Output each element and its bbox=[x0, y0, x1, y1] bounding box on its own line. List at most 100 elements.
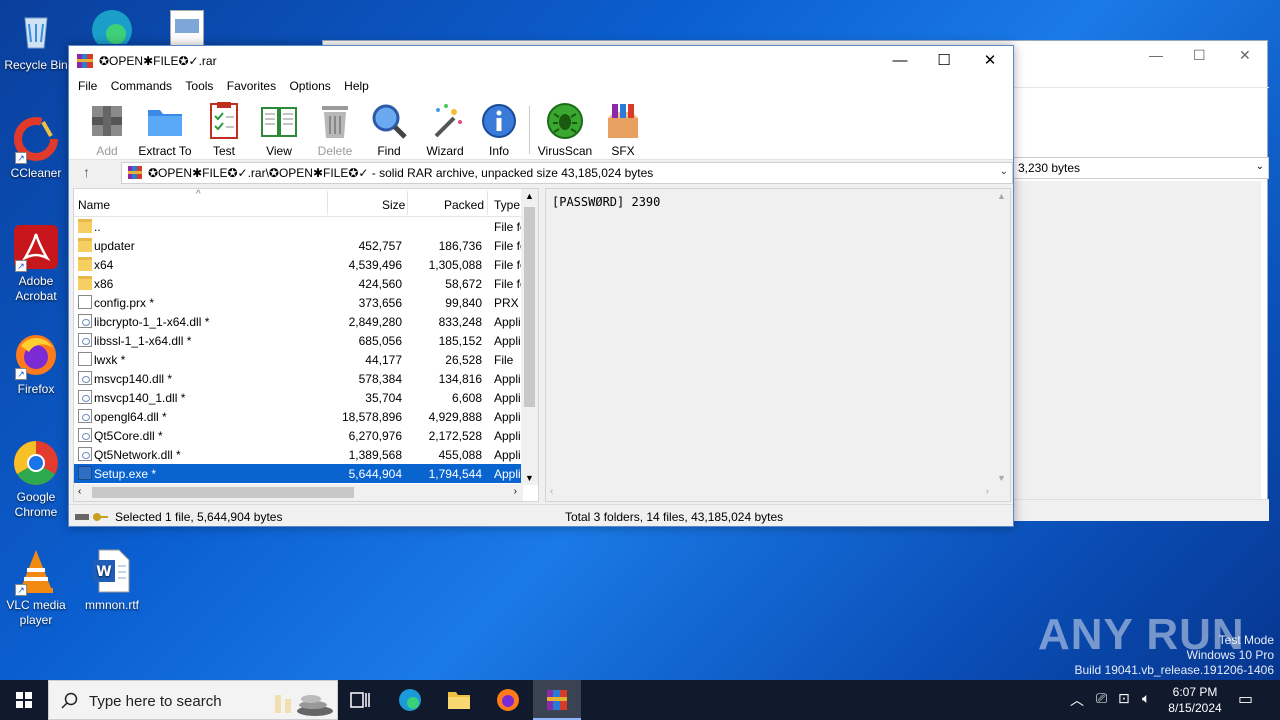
file-row[interactable]: x64 4,539,496 1,305,088 File fo bbox=[74, 255, 538, 274]
taskbar-search-box[interactable]: Type here to search bbox=[48, 680, 338, 720]
bg-minimize-button[interactable]: — bbox=[1149, 47, 1163, 63]
view-button[interactable]: View bbox=[251, 100, 307, 158]
file-row[interactable]: x86 424,560 58,672 File fo bbox=[74, 274, 538, 293]
scroll-right-icon[interactable]: › bbox=[514, 486, 517, 497]
menu-help[interactable]: Help bbox=[339, 76, 374, 96]
bg-maximize-button[interactable]: ☐ bbox=[1193, 47, 1206, 64]
close-button[interactable]: ✕ bbox=[967, 46, 1013, 76]
horizontal-scrollbar[interactable]: ‹ › bbox=[74, 484, 523, 501]
bg-status-bar bbox=[1013, 499, 1269, 521]
archive-comment-pane[interactable]: [PASSWØRD] 2390 ▲ ▼ ‹ › bbox=[545, 188, 1011, 502]
file-name: .. bbox=[94, 220, 101, 234]
scroll-left-icon[interactable]: ‹ bbox=[78, 486, 81, 497]
scroll-up-icon[interactable]: ▲ bbox=[997, 191, 1006, 201]
winrar-window[interactable]: ✪OPEN✱FILE✪✓.rar — ☐ ✕ File Commands Too… bbox=[68, 45, 1014, 527]
desktop-icon-firefox[interactable]: ↗ Firefox bbox=[0, 332, 72, 397]
file-row[interactable]: libcrypto-1_1-x64.dll * 2,849,280 833,248 A… bbox=[74, 312, 538, 331]
edge-desktop-icon[interactable] bbox=[88, 4, 136, 50]
desktop-icon-ccleaner[interactable]: ↗ CCleaner bbox=[0, 116, 72, 181]
scroll-up-icon[interactable]: ▲ bbox=[525, 191, 534, 201]
tray-device-icon[interactable]: ⎚ bbox=[1096, 690, 1107, 720]
file-name: libcrypto-1_1-x64.dll * bbox=[94, 315, 210, 329]
up-arrow-icon[interactable]: ↑ bbox=[83, 164, 90, 180]
file-name: msvcp140_1.dll * bbox=[94, 391, 186, 405]
file-row[interactable]: lwxk * 44,177 26,528 File bbox=[74, 350, 538, 369]
file-row[interactable]: updater 452,757 186,736 File fo bbox=[74, 236, 538, 255]
info-button[interactable]: Info bbox=[471, 100, 527, 158]
column-type[interactable]: Type bbox=[494, 198, 520, 212]
sfx-button[interactable]: SFX bbox=[595, 100, 651, 158]
column-size[interactable]: Size bbox=[382, 198, 405, 212]
file-row[interactable]: msvcp140.dll * 578,384 134,816 Appli bbox=[74, 369, 538, 388]
column-name[interactable]: Name bbox=[78, 198, 110, 212]
file-row[interactable]: Setup.exe * 5,644,904 1,794,544 Appli bbox=[74, 464, 538, 483]
volume-icon[interactable]: 🔈︎ bbox=[1142, 690, 1150, 720]
start-button[interactable] bbox=[0, 680, 48, 720]
scroll-thumb[interactable] bbox=[92, 487, 354, 498]
menu-commands[interactable]: Commands bbox=[106, 76, 177, 96]
folder-icon bbox=[448, 692, 470, 709]
scroll-thumb[interactable] bbox=[524, 207, 535, 407]
desktop-icon-vlc[interactable]: ↗ VLC media player bbox=[0, 548, 72, 628]
info-label: Info bbox=[488, 144, 509, 158]
file-name: lwxk * bbox=[94, 353, 126, 367]
network-icon[interactable]: ⊡ bbox=[1118, 690, 1130, 720]
delete-button[interactable]: Delete bbox=[307, 100, 363, 158]
comment-vertical-scrollbar[interactable]: ▲ ▼ bbox=[993, 189, 1010, 485]
minimize-button[interactable]: — bbox=[877, 46, 923, 76]
desktop-icon-chrome[interactable]: Google Chrome bbox=[0, 440, 72, 520]
comment-horizontal-scrollbar[interactable]: ‹ › bbox=[546, 484, 995, 501]
desktop-icon-label: Recycle Bin bbox=[4, 58, 68, 72]
menu-file[interactable]: File bbox=[73, 76, 102, 96]
scroll-right-icon[interactable]: › bbox=[986, 486, 989, 497]
sort-ascending-icon: ^ bbox=[196, 189, 201, 200]
wizard-button[interactable]: Wizard bbox=[417, 100, 473, 158]
taskbar-firefox[interactable] bbox=[484, 680, 532, 720]
image-file-desktop-icon[interactable] bbox=[170, 10, 204, 46]
file-row[interactable]: opengl64.dll * 18,578,896 4,929,888 Appli bbox=[74, 407, 538, 426]
path-field[interactable]: ✪OPEN✱FILE✪✓.rar\✪OPEN✱FILE✪✓ - solid RA… bbox=[121, 162, 1013, 184]
chevron-down-icon[interactable]: ⌄ bbox=[1256, 161, 1264, 172]
bg-address-bar[interactable]: 3,230 bytes ⌄ bbox=[1013, 157, 1269, 179]
add-button[interactable]: Add bbox=[79, 100, 135, 158]
desktop-icon-acrobat[interactable]: ↗ Adobe Acrobat bbox=[0, 224, 72, 304]
bg-close-button[interactable]: ✕ bbox=[1239, 47, 1251, 64]
chevron-down-icon[interactable]: ⌄ bbox=[1000, 166, 1008, 177]
tray-overflow-chevron-icon[interactable]: ︿ bbox=[1070, 690, 1084, 720]
taskbar-file-explorer[interactable] bbox=[435, 680, 483, 720]
comment-text: [PASSWØRD] 2390 bbox=[552, 195, 661, 209]
task-view-button[interactable] bbox=[336, 680, 384, 720]
file-list-header: Name ^ Size Packed Type bbox=[74, 189, 538, 217]
file-row[interactable]: libssl-1_1-x64.dll * 685,056 185,152 Appli bbox=[74, 331, 538, 350]
maximize-button[interactable]: ☐ bbox=[921, 46, 967, 76]
menu-tools[interactable]: Tools bbox=[180, 76, 218, 96]
scroll-left-icon[interactable]: ‹ bbox=[550, 486, 553, 497]
scroll-down-icon[interactable]: ▼ bbox=[525, 473, 534, 483]
taskbar-clock[interactable]: 6:07 PM 8/15/2024 bbox=[1160, 684, 1230, 716]
file-row[interactable]: Qt5Core.dll * 6,270,976 2,172,528 Appli bbox=[74, 426, 538, 445]
file-row[interactable]: msvcp140_1.dll * 35,704 6,608 Appli bbox=[74, 388, 538, 407]
extract-to-button[interactable]: Extract To bbox=[137, 100, 193, 158]
taskbar-edge[interactable] bbox=[386, 680, 434, 720]
desktop-icon-recycle-bin[interactable]: Recycle Bin bbox=[0, 8, 72, 73]
menu-options[interactable]: Options bbox=[284, 76, 335, 96]
scroll-down-icon[interactable]: ▼ bbox=[997, 473, 1006, 483]
file-row[interactable]: config.prx * 373,656 99,840 PRX F bbox=[74, 293, 538, 312]
desktop-icon-mmnon[interactable]: W mmnon.rtf bbox=[76, 548, 148, 613]
title-bar[interactable]: ✪OPEN✱FILE✪✓.rar — ☐ ✕ bbox=[69, 46, 1013, 76]
file-row[interactable]: .. File fo bbox=[74, 217, 538, 236]
menu-favorites[interactable]: Favorites bbox=[222, 76, 281, 96]
magnifier-find-icon bbox=[370, 102, 408, 140]
file-name: x64 bbox=[94, 258, 114, 272]
file-row[interactable]: Qt5Network.dll * 1,389,568 455,088 Appli bbox=[74, 445, 538, 464]
file-type: File bbox=[494, 353, 514, 367]
virusscan-button[interactable]: VirusScan bbox=[537, 100, 593, 158]
find-button[interactable]: Find bbox=[361, 100, 417, 158]
file-type: Appli bbox=[494, 315, 521, 329]
vertical-scrollbar[interactable]: ▲ ▼ bbox=[521, 189, 538, 485]
path-text: ✪OPEN✱FILE✪✓.rar\✪OPEN✱FILE✪✓ - solid RA… bbox=[148, 166, 654, 180]
notifications-icon[interactable]: ▭ bbox=[1238, 689, 1253, 720]
taskbar-winrar[interactable] bbox=[533, 680, 581, 720]
column-packed[interactable]: Packed bbox=[444, 198, 484, 212]
test-button[interactable]: Test bbox=[196, 100, 252, 158]
